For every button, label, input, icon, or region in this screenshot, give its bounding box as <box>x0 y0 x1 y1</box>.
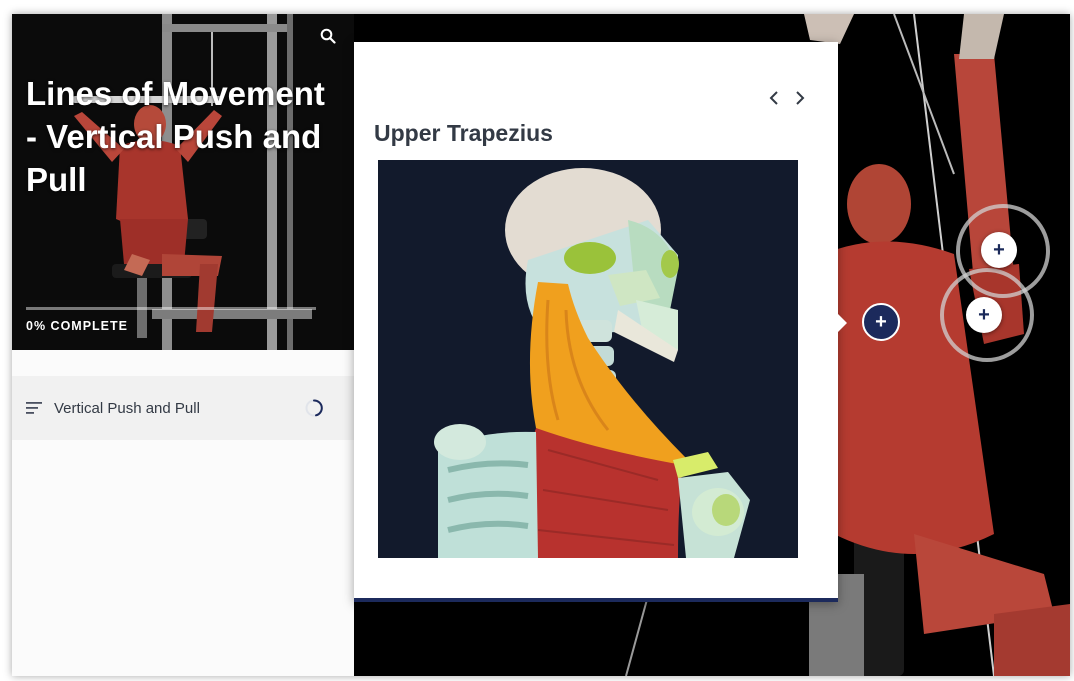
sidebar-item-label: Vertical Push and Pull <box>54 399 200 417</box>
hotspot-popup-card: Upper Trapezius <box>354 42 847 602</box>
popup-accent-bar <box>354 598 838 602</box>
plus-icon: + <box>978 303 990 326</box>
popup-pointer <box>838 314 847 332</box>
sidebar-item-vertical-push-and-pull[interactable]: Vertical Push and Pull <box>12 376 354 440</box>
previous-button[interactable] <box>762 86 786 110</box>
course-header: Lines of Movement - Vertical Push and Pu… <box>12 14 354 350</box>
popup-title: Upper Trapezius <box>374 120 553 146</box>
upper-trapezius-illustration <box>378 160 798 558</box>
progress-ring-icon <box>305 399 323 417</box>
app-frame: Lines of Movement - Vertical Push and Pu… <box>12 14 1070 676</box>
chevron-right-icon <box>796 91 805 105</box>
progress-label: 0% COMPLETE <box>26 319 128 333</box>
hotspot-button[interactable]: + <box>981 232 1017 268</box>
course-title: Lines of Movement - Vertical Push and Pu… <box>26 75 325 198</box>
chevron-left-icon <box>769 91 778 105</box>
progress-bar <box>26 307 316 310</box>
search-icon <box>320 28 336 44</box>
hamburger-icon <box>26 402 42 414</box>
search-button[interactable] <box>316 24 340 48</box>
course-sidebar: Lines of Movement - Vertical Push and Pu… <box>12 14 354 676</box>
next-button[interactable] <box>788 86 812 110</box>
plus-icon: + <box>993 238 1005 261</box>
plus-icon: + <box>875 310 887 333</box>
hotspot-button[interactable]: + <box>966 297 1002 333</box>
anatomy-illustration <box>378 160 798 558</box>
hotspot-button-active[interactable]: + <box>862 303 900 341</box>
